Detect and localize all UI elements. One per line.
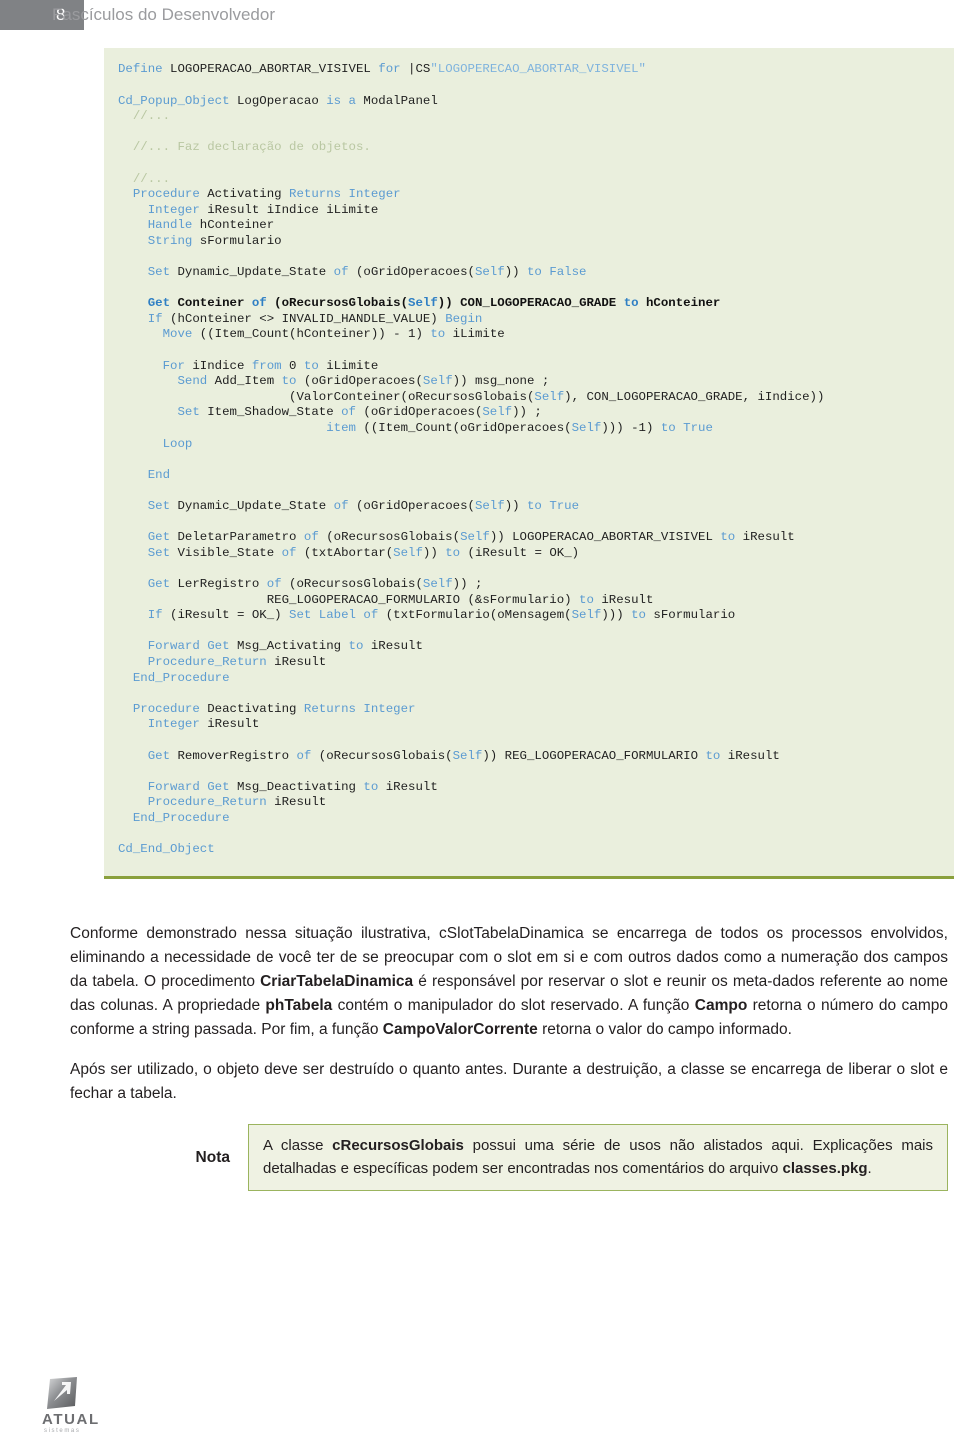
paragraph-one-text-c: contém o manipulador do slot reservado. … xyxy=(332,997,695,1014)
term-phtabela: phTabela xyxy=(265,997,333,1014)
code-line: Loop xyxy=(162,436,193,451)
code-line: Set Item_Shadow_State of (oGridOperacoes… xyxy=(177,405,542,420)
code-line: Get LerRegistro of (oRecursosGlobais(Sel… xyxy=(147,576,483,591)
code-listing: Define LOGOPERACAO_ABORTAR_VISIVEL for |… xyxy=(104,48,954,879)
term-crecursosglobais: cRecursosGlobais xyxy=(332,1137,464,1154)
code-line: Get DeletarParametro of (oRecursosGlobai… xyxy=(147,530,795,545)
footer-logo: ATUAL sistemas xyxy=(42,1376,158,1434)
term-criartabeladinamica: CriarTabelaDinamica xyxy=(260,973,414,990)
note-text-a: A classe xyxy=(263,1137,333,1154)
code-line: End_Procedure xyxy=(132,810,230,825)
logo-wordmark: ATUAL xyxy=(42,1411,100,1428)
code-line: Procedure_Return iResult xyxy=(147,795,327,810)
code-line: Cd_Popup_Object LogOperacao is a ModalPa… xyxy=(118,93,438,108)
code-line: REG_LOGOPERACAO_FORMULARIO (&sFormulario… xyxy=(118,592,654,607)
note-section: Nota A classe cRecursosGlobais possui um… xyxy=(70,1124,948,1191)
code-line: Define LOGOPERACAO_ABORTAR_VISIVEL for |… xyxy=(118,62,646,77)
note-label: Nota xyxy=(195,1148,230,1166)
note-box: A classe cRecursosGlobais possui uma sér… xyxy=(248,1124,948,1191)
code-line: Forward Get Msg_Deactivating to iResult xyxy=(147,779,438,794)
paragraph-two: Após ser utilizado, o objeto deve ser de… xyxy=(70,1058,948,1106)
code-line: If (iResult = OK_) Set Label of (txtForm… xyxy=(147,608,736,623)
code-line: Integer iResult xyxy=(147,717,260,732)
paragraph-two-text: Após ser utilizado, o objeto deve ser de… xyxy=(70,1061,948,1102)
page-title: Fascículos do Desenvolvedor xyxy=(52,5,276,24)
code-line: For iIndice from 0 to iLimite xyxy=(162,358,379,373)
term-campovalorcorrente: CampoValorCorrente xyxy=(382,1021,538,1038)
code-line: Get Conteiner of (oRecursosGlobais(Self)… xyxy=(147,296,721,311)
note-text-c: . xyxy=(867,1160,872,1177)
code-line: Forward Get Msg_Activating to iResult xyxy=(147,639,423,654)
atual-arrow-icon xyxy=(47,1377,77,1409)
code-line: End_Procedure xyxy=(132,670,230,685)
code-line: Integer iResult iIndice iLimite xyxy=(147,202,379,217)
paragraph-one: Conforme demonstrado nessa situação ilus… xyxy=(70,922,948,1042)
paragraph-one-text-e: retorna o valor do campo informado. xyxy=(537,1021,792,1038)
code-line: //... xyxy=(118,171,171,186)
code-line: //... Faz declaração de objetos. xyxy=(118,140,371,155)
code-line: Procedure Activating Returns Integer xyxy=(132,187,401,202)
logo-tagline: sistemas xyxy=(44,1428,81,1434)
code-line: Move ((Item_Count(hConteiner)) - 1) to i… xyxy=(162,327,505,342)
page-header: 8 Fascículos do Desenvolvedor xyxy=(0,0,960,34)
code-line: String sFormulario xyxy=(147,233,282,248)
code-line: Get RemoverRegistro of (oRecursosGlobais… xyxy=(147,748,780,763)
code-line: Send Add_Item to (oGridOperacoes(Self)) … xyxy=(177,374,550,389)
term-campo: Campo xyxy=(694,997,748,1014)
code-line: End xyxy=(147,467,171,482)
term-classes-pkg: classes.pkg xyxy=(782,1160,868,1177)
code-line: Handle hConteiner xyxy=(147,218,275,233)
code-line: Procedure Deactivating Returns Integer xyxy=(132,701,416,716)
code-line: (ValorConteiner(oRecursosGlobais(Self), … xyxy=(118,389,825,404)
code-line: Set Visible_State of (txtAbortar(Self)) … xyxy=(147,545,580,560)
code-line: item ((Item_Count(oGridOperacoes(Self)))… xyxy=(326,421,713,436)
code-line: Cd_End_Object xyxy=(118,842,215,857)
code-line: Set Dynamic_Update_State of (oGridOperac… xyxy=(147,265,587,280)
code-line: //... xyxy=(118,109,171,124)
code-line: If (hConteiner <> INVALID_HANDLE_VALUE) … xyxy=(147,311,483,326)
code-line: Procedure_Return iResult xyxy=(147,654,327,669)
code-line: Set Dynamic_Update_State of (oGridOperac… xyxy=(147,499,580,514)
